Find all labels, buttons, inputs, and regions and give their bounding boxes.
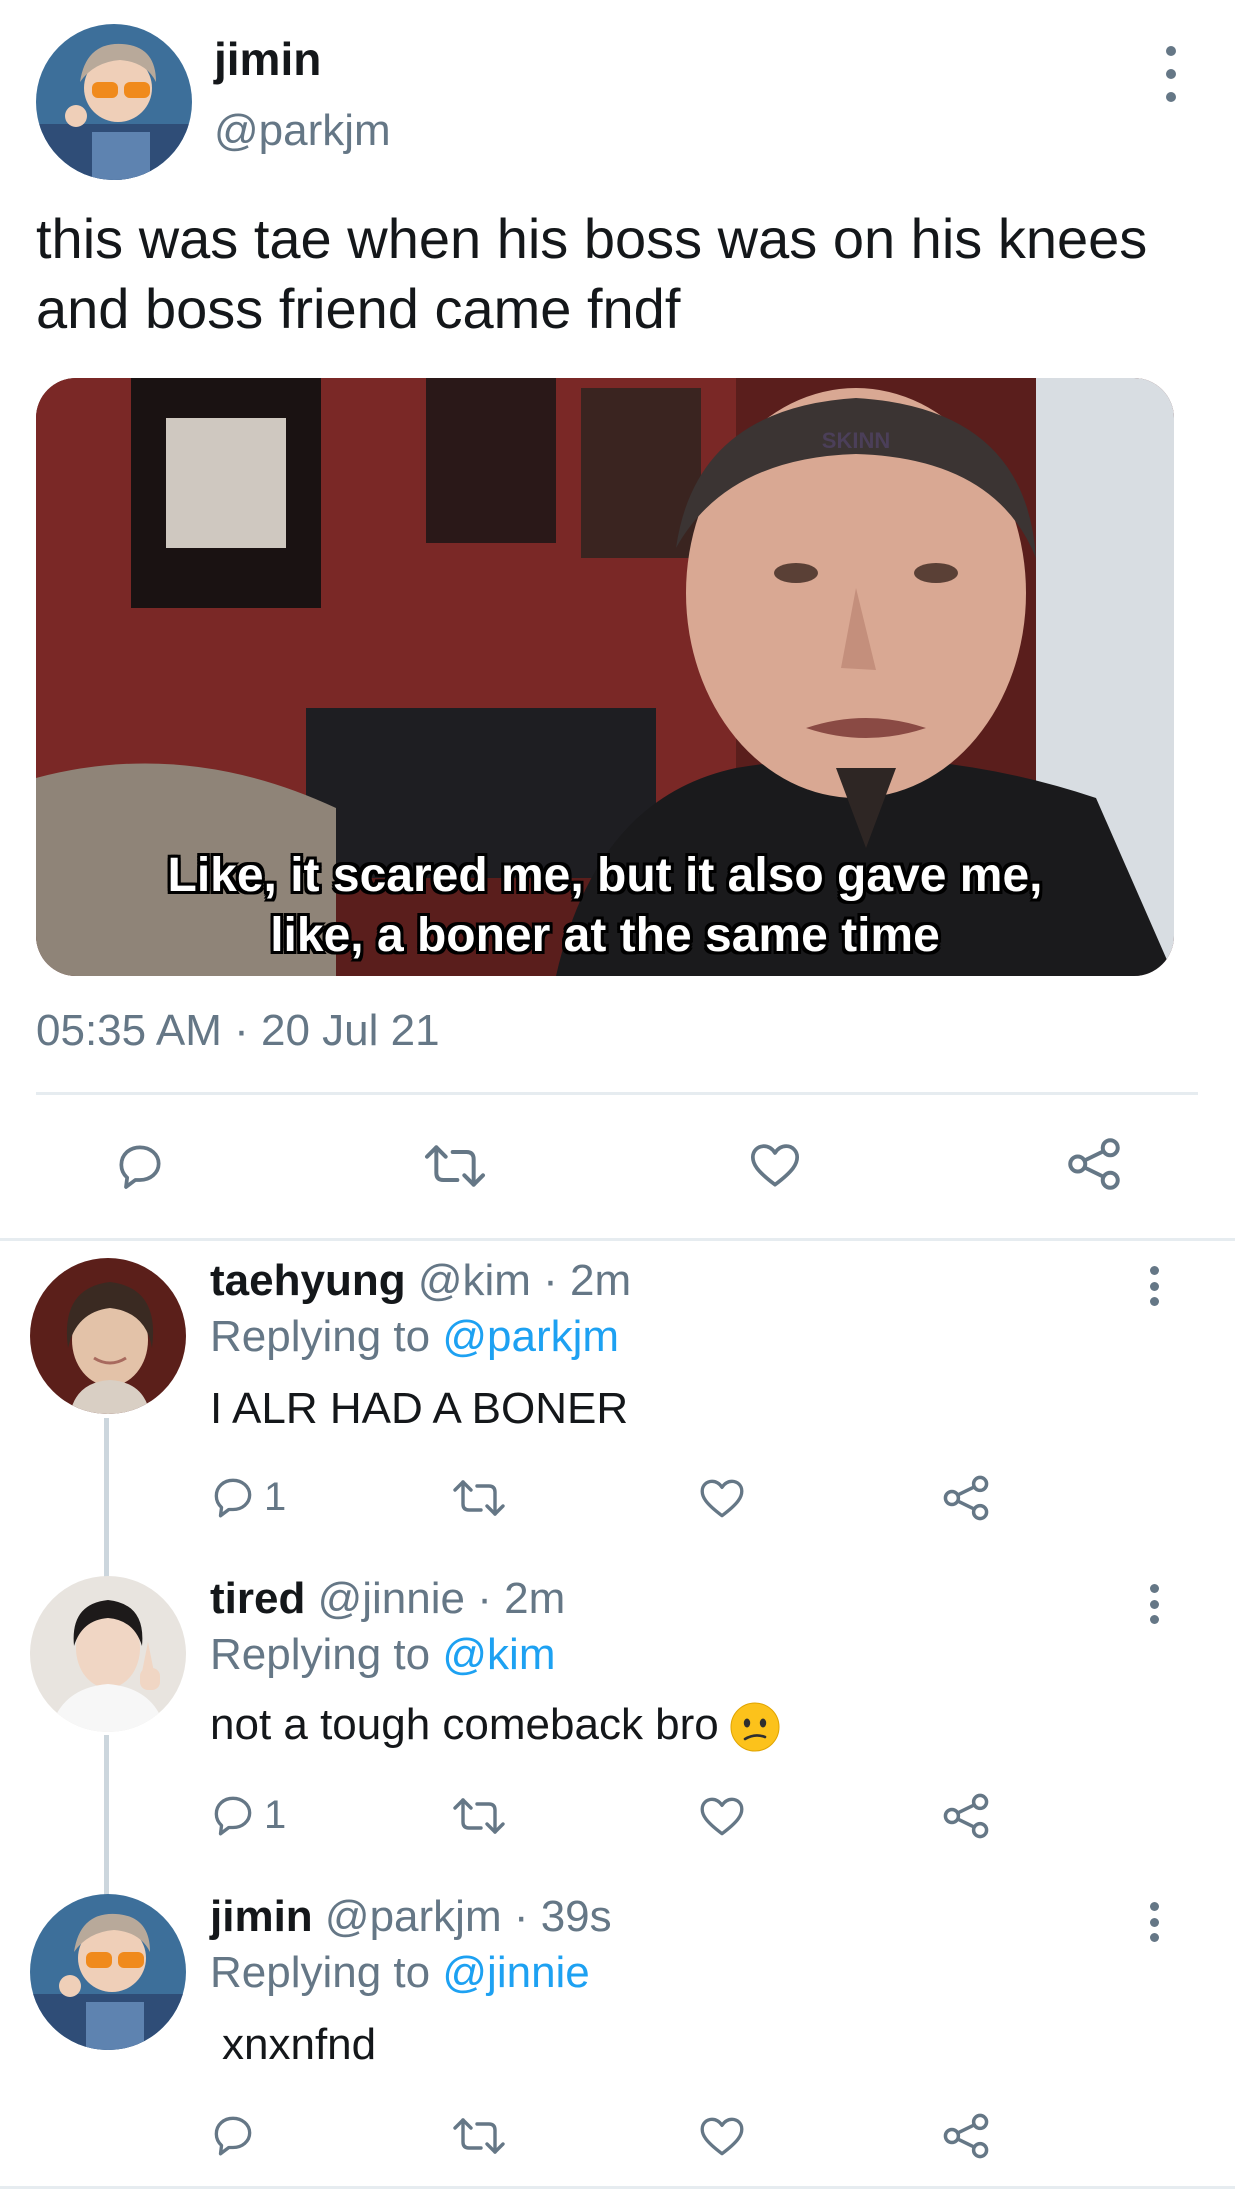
main-tweet-text: this was tae when his boss was on his kn…	[36, 207, 1148, 340]
reply-text: xnxnfnd	[222, 2020, 377, 2069]
reply-bubble-icon[interactable]	[208, 2110, 258, 2160]
main-tweet-actions	[0, 1130, 1235, 1200]
heart-icon[interactable]	[696, 2112, 748, 2162]
reply-more-icon[interactable]	[1142, 1266, 1166, 1306]
reply-avatar[interactable]	[30, 1576, 186, 1732]
reply-count: 1	[264, 1474, 287, 1519]
retweet-icon[interactable]	[448, 2112, 510, 2160]
share-icon[interactable]	[1064, 1134, 1124, 1194]
replying-to-line: Replying to @parkjm	[210, 1312, 619, 1362]
share-icon[interactable]	[940, 2110, 992, 2162]
heart-icon[interactable]	[746, 1138, 804, 1194]
replying-to-line: Replying to @jinnie	[210, 1948, 590, 1998]
main-tweet-more-icon[interactable]	[1159, 46, 1183, 102]
reply-text: not a tough comeback bro	[210, 1700, 719, 1749]
reply-display-name[interactable]: taehyung	[210, 1256, 406, 1305]
thread-connector-line	[104, 1418, 109, 1578]
reply-bubble-icon[interactable]: 1	[208, 1790, 286, 1840]
reply-meta: @jinnie · 2m	[317, 1574, 566, 1623]
replying-to-line: Replying to @kim	[210, 1630, 555, 1680]
reply-text: I ALR HAD A BONER	[210, 1384, 629, 1433]
replying-to-mention[interactable]: @kim	[442, 1630, 555, 1679]
reply-meta: @kim · 2m	[417, 1256, 632, 1305]
reply-header: taehyung @kim · 2m	[210, 1256, 631, 1306]
main-tweet-display-name[interactable]: jimin	[214, 32, 321, 86]
replying-to-label: Replying to	[210, 1312, 431, 1361]
heart-icon[interactable]	[696, 1792, 748, 1842]
media-caption-line-1: Like, it scared me, but it also gave me,	[167, 849, 1043, 902]
retweet-icon[interactable]	[448, 1474, 510, 1522]
reply-more-icon[interactable]	[1142, 1902, 1166, 1942]
reply-count: 1	[264, 1792, 287, 1837]
main-tweet-handle[interactable]: @parkjm	[214, 106, 391, 156]
reply-display-name[interactable]: jimin	[210, 1892, 313, 1941]
reply-bubble-icon[interactable]: 1	[208, 1472, 286, 1522]
conversation-divider	[0, 1238, 1235, 1241]
reply-header: tired @jinnie · 2m	[210, 1574, 565, 1624]
media-caption-line-2: like, a boner at the same time	[270, 909, 940, 962]
reply-header: jimin @parkjm · 39s	[210, 1892, 612, 1942]
retweet-icon[interactable]	[448, 1792, 510, 1840]
heart-icon[interactable]	[696, 1474, 748, 1524]
retweet-icon[interactable]	[420, 1138, 490, 1194]
confused-face-emoji	[729, 1701, 781, 1753]
tweet-media-image[interactable]: SKINN Like, it scared me, but it also ga…	[36, 378, 1174, 976]
replying-to-label: Replying to	[210, 1630, 431, 1679]
replying-to-mention[interactable]: @parkjm	[442, 1312, 619, 1361]
main-tweet-avatar[interactable]	[36, 24, 192, 180]
share-icon[interactable]	[940, 1472, 992, 1524]
share-icon[interactable]	[940, 1790, 992, 1842]
reply-avatar[interactable]	[30, 1258, 186, 1414]
reply-more-icon[interactable]	[1142, 1584, 1166, 1624]
main-tweet-divider	[36, 1092, 1198, 1095]
reply-meta: @parkjm · 39s	[324, 1892, 612, 1941]
main-tweet-timestamp[interactable]: 05:35 AM · 20 Jul 21	[36, 1006, 440, 1056]
replying-to-mention[interactable]: @jinnie	[442, 1948, 589, 1997]
reply-text-line: not a tough comeback bro	[210, 1700, 781, 1753]
replying-to-label: Replying to	[210, 1948, 431, 1997]
bottom-divider	[0, 2186, 1235, 2189]
reply-display-name[interactable]: tired	[210, 1574, 305, 1623]
reply-avatar[interactable]	[30, 1894, 186, 2050]
thread-connector-line	[104, 1735, 109, 1895]
forehead-tattoo: SKINN	[822, 428, 890, 453]
reply-bubble-icon[interactable]	[112, 1138, 168, 1194]
